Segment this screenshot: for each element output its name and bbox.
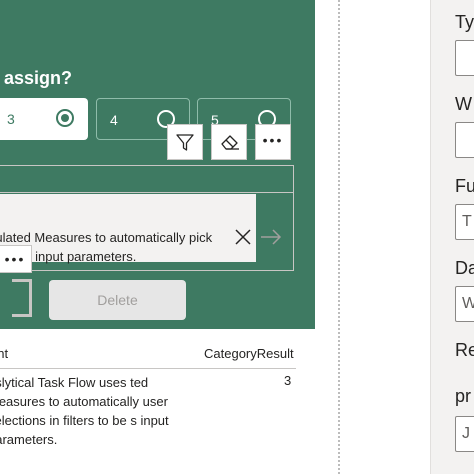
pane-label-fu: Fu — [455, 176, 474, 196]
pane-label-pr: pr — [455, 386, 472, 406]
pane-label-re: Re — [455, 340, 474, 360]
pane-input-2[interactable] — [455, 122, 474, 158]
option-4-label: 4 — [110, 112, 118, 128]
more-options-button[interactable]: ••• — [255, 124, 291, 160]
more-options-small-label: ••• — [4, 251, 26, 267]
eraser-icon — [221, 135, 239, 150]
divider — [0, 192, 293, 193]
table-cell-value: 3 — [284, 373, 292, 388]
delete-button[interactable]: Delete — [49, 280, 186, 320]
more-options-label: ••• — [262, 132, 284, 148]
option-3[interactable]: 3 — [0, 98, 88, 140]
filter-button[interactable] — [167, 124, 203, 160]
column-header-category-result: CategoryResult — [204, 346, 294, 361]
tooltip: lculated Measures to automatically pick … — [0, 194, 256, 264]
pane-label-ty: Ty — [455, 12, 474, 32]
pane-input-5[interactable]: J — [455, 416, 474, 452]
pane-label-da: Da — [455, 258, 474, 278]
filter-icon — [176, 134, 194, 151]
pane-input-4[interactable]: W — [455, 286, 474, 322]
dotted-divider — [338, 0, 340, 474]
column-header-content: ent — [0, 346, 9, 361]
tooltip-text: lculated Measures to automatically pick … — [0, 230, 213, 264]
radio-selected-icon — [56, 109, 74, 127]
close-icon[interactable] — [234, 228, 252, 246]
pane-label-w: W — [455, 94, 472, 114]
option-3-label: 3 — [7, 111, 15, 127]
focus-bracket — [12, 279, 32, 317]
pane-input-3[interactable]: T — [455, 204, 474, 240]
more-options-small-button[interactable]: ••• — [0, 245, 32, 273]
table-cell-text: nslytical Task Flow uses ted Measures to… — [0, 375, 169, 447]
table-divider — [0, 368, 296, 369]
arrow-right-icon[interactable] — [260, 228, 282, 246]
clear-selections-button[interactable] — [211, 124, 247, 160]
question-text: o assign? — [0, 68, 73, 88]
pane-input-1[interactable] — [455, 40, 474, 76]
